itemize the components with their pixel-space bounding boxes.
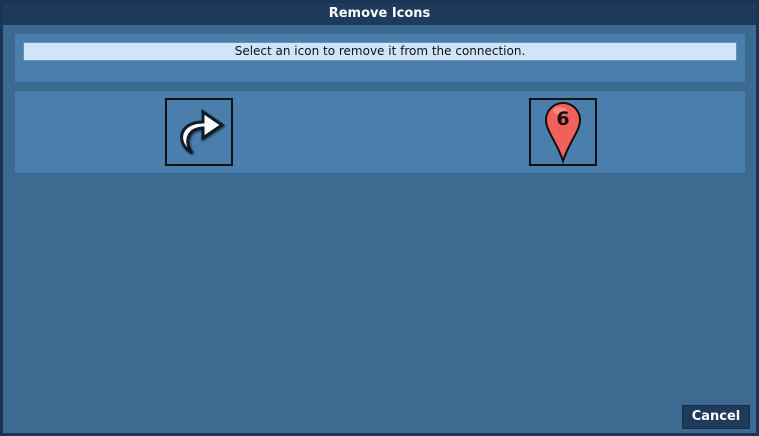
cancel-button[interactable]: Cancel xyxy=(682,405,750,429)
icon-tile-map-pin[interactable]: 6 xyxy=(529,98,597,166)
instruction-text: Select an icon to remove it from the con… xyxy=(23,42,737,61)
dialog-title: Remove Icons xyxy=(3,3,756,25)
icon-tile-curved-arrow[interactable] xyxy=(165,98,233,166)
icons-panel: 6 xyxy=(15,91,745,173)
remove-icons-dialog: Remove Icons Select an icon to remove it… xyxy=(0,0,759,436)
instruction-panel: Select an icon to remove it from the con… xyxy=(15,34,745,82)
curved-arrow-right-icon xyxy=(180,109,225,155)
map-pin-number: 6 xyxy=(556,108,569,130)
map-pin-icon: 6 xyxy=(544,102,582,164)
